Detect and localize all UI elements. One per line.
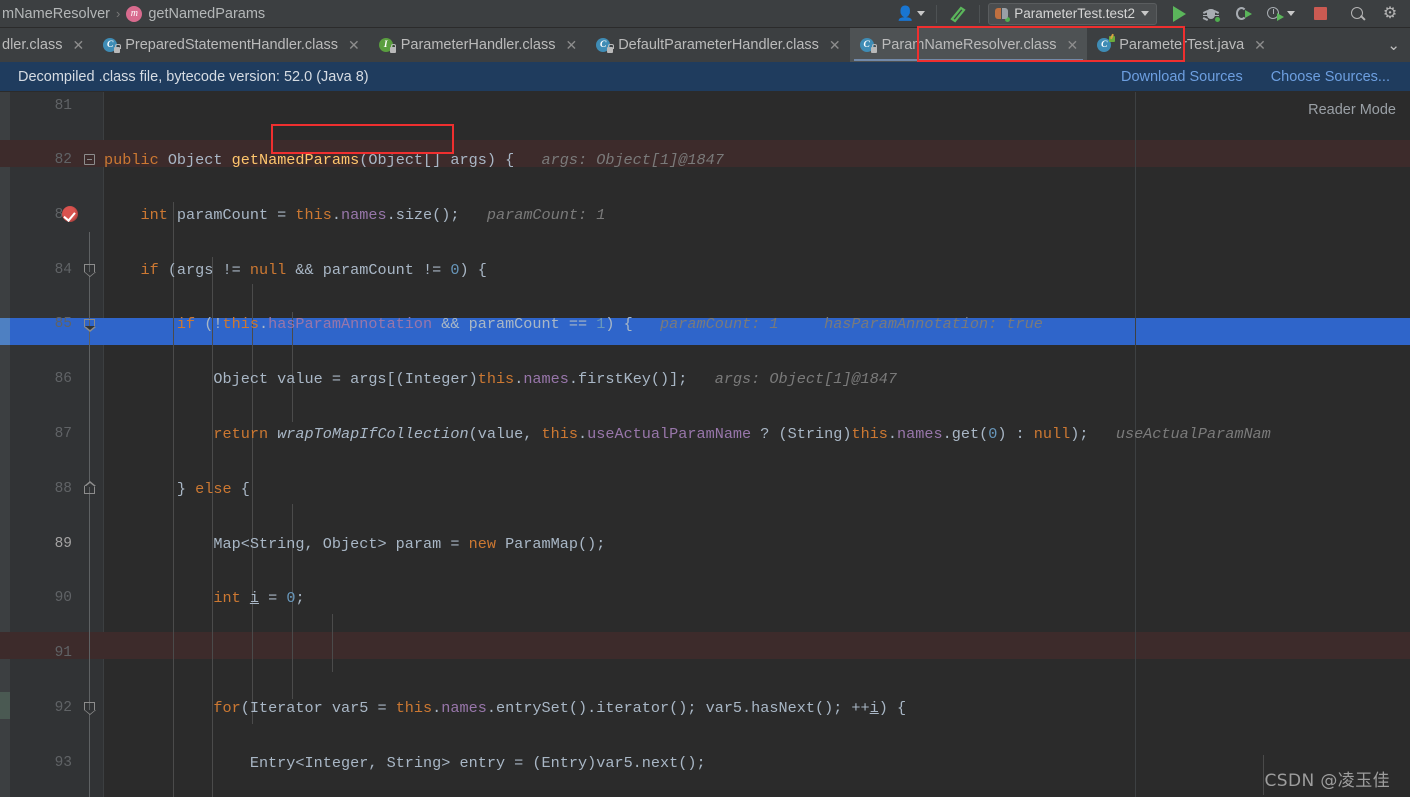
editor-tab-0[interactable]: dler.class ✕ — [0, 28, 93, 62]
code-line[interactable]: if (args != null && paramCount != 0) { — [104, 261, 486, 279]
code-line[interactable]: int paramCount = this.names.size(); para… — [104, 206, 605, 224]
chevron-down-icon — [1287, 11, 1295, 16]
editor-tab-label: DefaultParameterHandler.class — [618, 37, 819, 53]
person-icon[interactable]: 👤 — [894, 2, 928, 26]
code-line[interactable]: if (!this.hasParamAnnotation && paramCou… — [104, 315, 1043, 333]
debug-button[interactable] — [1199, 2, 1223, 26]
build-icon[interactable] — [945, 2, 971, 26]
search-everywhere-button[interactable] — [1346, 2, 1370, 26]
line-number: 88 — [54, 480, 72, 497]
interface-file-icon: I — [378, 37, 397, 53]
class-file-icon: C — [859, 37, 878, 53]
editor-tab-5[interactable]: C ParameterTest.java ✕ — [1087, 28, 1275, 62]
line-number: 82 — [54, 152, 72, 169]
play-icon — [1172, 5, 1186, 22]
editor-tab-label: ParameterHandler.class — [400, 37, 556, 53]
line-number: 86 — [54, 371, 72, 388]
breadcrumb-class[interactable]: mNameResolver — [2, 6, 110, 22]
fold-marker[interactable] — [84, 702, 96, 716]
class-file-icon: C — [103, 37, 121, 53]
line-number: 85 — [54, 316, 72, 333]
editor-tab-1[interactable]: C PreparedStatementHandler.class ✕ — [93, 28, 369, 62]
code-line[interactable]: return wrapToMapIfCollection(value, this… — [104, 425, 1270, 443]
profile-button[interactable] — [1263, 2, 1298, 26]
editor-tab-label: ParameterTest.java — [1119, 37, 1245, 53]
fold-marker[interactable] — [84, 263, 96, 277]
editor-tab-label: ParamNameResolver.class — [881, 37, 1057, 53]
tab-list-chevron-down-icon[interactable]: ⌄ — [1377, 28, 1410, 62]
run-button[interactable] — [1167, 2, 1191, 26]
close-icon[interactable]: ✕ — [1254, 37, 1266, 54]
stop-icon — [1313, 7, 1327, 20]
class-file-icon: C — [596, 37, 614, 53]
line-number: 91 — [54, 645, 72, 662]
bug-icon — [1202, 6, 1220, 22]
code-line[interactable]: int i = 0; — [104, 589, 304, 607]
line-number: 84 — [54, 261, 72, 278]
close-icon[interactable]: ✕ — [565, 37, 577, 54]
close-icon[interactable]: ✕ — [348, 37, 360, 54]
line-number: 92 — [54, 699, 72, 716]
code-line[interactable]: Object value = args[(Integer)this.names.… — [104, 370, 897, 388]
run-config-icon — [995, 7, 1011, 22]
watermark: CSDN @凌玉佳 — [1264, 771, 1390, 791]
gear-icon: ⚙ — [1382, 4, 1398, 22]
code-line[interactable]: for(Iterator var5 = this.names.entrySet(… — [104, 699, 906, 717]
editor-tab-label: dler.class — [2, 37, 63, 53]
close-icon[interactable]: ✕ — [829, 37, 841, 54]
line-number: 93 — [54, 754, 72, 771]
toolbar-divider — [936, 4, 938, 23]
decompiled-notice-bar: Decompiled .class file, bytecode version… — [0, 62, 1410, 92]
code-editor[interactable]: Reader Mode 81 82 public Object getNamed… — [0, 92, 1410, 797]
run-toolbar: 👤 ParameterTest.test2 ⚙ — [894, 0, 1410, 28]
choose-sources-link[interactable]: Choose Sources... — [1271, 69, 1390, 85]
breadcrumb-method[interactable]: getNamedParams — [148, 6, 265, 22]
close-icon[interactable]: ✕ — [72, 37, 84, 54]
editor-tabs: dler.class ✕ C PreparedStatementHandler.… — [0, 28, 1410, 62]
stop-button[interactable] — [1308, 2, 1332, 26]
chevron-down-icon — [917, 11, 926, 16]
settings-button[interactable]: ⚙ — [1378, 2, 1402, 26]
toolbar-divider-2 — [979, 4, 981, 23]
hammer-glyph — [950, 6, 966, 22]
person-glyph: 👤 — [896, 5, 915, 21]
breadcrumb: mNameResolver › m getNamedParams — [0, 0, 265, 28]
idea-window: mNameResolver › m getNamedParams 👤 Param… — [0, 0, 1410, 797]
line-number: 81 — [54, 97, 72, 114]
editor-tab-4[interactable]: C ParamNameResolver.class ✕ — [849, 28, 1088, 62]
run-configuration-selector[interactable]: ParameterTest.test2 — [988, 2, 1157, 25]
code-line[interactable]: Entry<Integer, String> entry = (Entry)va… — [104, 754, 706, 772]
close-icon[interactable]: ✕ — [1067, 37, 1079, 54]
code-line[interactable]: public Object getNamedParams(Object[] ar… — [104, 151, 724, 169]
top-toolbar: mNameResolver › m getNamedParams 👤 Param… — [0, 0, 1410, 28]
breakpoint-verified-icon[interactable] — [62, 206, 78, 223]
editor-tab-label: PreparedStatementHandler.class — [125, 37, 338, 53]
download-sources-link[interactable]: Download Sources — [1121, 69, 1243, 85]
line-number: 90 — [54, 590, 72, 607]
fold-marker[interactable] — [84, 481, 96, 495]
line-number: 87 — [54, 426, 72, 443]
java-file-icon: C — [1097, 36, 1116, 53]
editor-tab-2[interactable]: I ParameterHandler.class ✕ — [369, 28, 586, 62]
code-line[interactable]: } else { — [104, 480, 250, 498]
editor-tab-3[interactable]: C DefaultParameterHandler.class ✕ — [586, 28, 849, 62]
method-icon: m — [126, 5, 143, 22]
search-icon — [1350, 6, 1366, 22]
line-number-current: 89 — [54, 535, 72, 552]
fold-marker[interactable] — [84, 318, 96, 332]
coverage-icon — [1235, 6, 1252, 22]
reader-mode-label[interactable]: Reader Mode — [1308, 102, 1396, 118]
decompiled-notice-text: Decompiled .class file, bytecode version… — [18, 68, 369, 85]
profiler-icon — [1266, 6, 1284, 22]
breadcrumb-separator: › — [115, 6, 121, 21]
run-config-label: ParameterTest.test2 — [1014, 6, 1135, 21]
fold-marker[interactable] — [84, 154, 95, 166]
code-line-current[interactable]: Map<String, Object> param = new ParamMap… — [104, 535, 605, 553]
run-with-coverage-button[interactable] — [1231, 2, 1255, 26]
chevron-down-icon — [1141, 11, 1149, 16]
